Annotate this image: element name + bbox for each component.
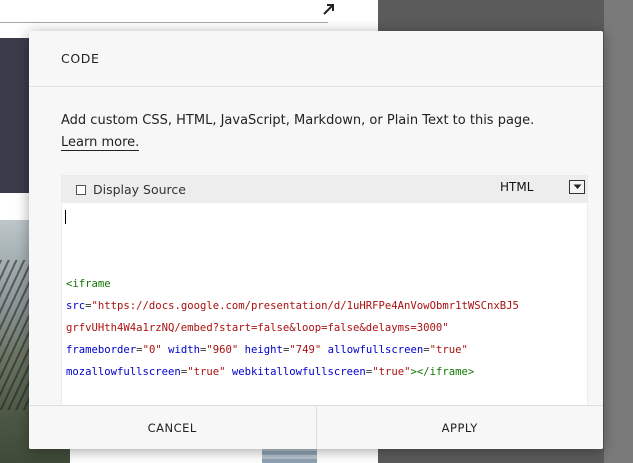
code-token: height	[244, 344, 283, 356]
code-line: <iframe	[66, 273, 587, 295]
dialog-footer: CANCEL APPLY	[29, 405, 603, 449]
dialog-header: CODE	[29, 31, 603, 87]
code-token: frameborder	[66, 344, 137, 356]
code-token: "https://docs.google.com/presentation/d/…	[91, 300, 519, 312]
background-frame-border	[0, 22, 328, 23]
code-token: "true"	[429, 344, 468, 356]
code-token: mozallowfullscreen	[66, 366, 181, 378]
language-select-value: HTML	[500, 180, 534, 194]
background-striped-image	[262, 447, 317, 463]
code-editor[interactable]: Display Source HTML <iframe src="https://…	[61, 175, 588, 407]
code-token: width	[168, 344, 200, 356]
cancel-button[interactable]: CANCEL	[29, 406, 316, 449]
learn-more-link[interactable]: Learn more.	[61, 135, 140, 151]
display-source-label: Display Source	[93, 182, 186, 197]
code-line: grfvUHth4W4a1rzNQ/embed?start=false&loop…	[66, 317, 587, 339]
dialog-description: Add custom CSS, HTML, JavaScript, Markdo…	[29, 87, 603, 154]
apply-button[interactable]: APPLY	[315, 406, 604, 449]
editor-toolbar: Display Source HTML	[62, 176, 587, 203]
code-token: "960"	[206, 344, 239, 356]
display-source-checkbox[interactable]	[76, 184, 86, 195]
background-right-strip	[604, 0, 633, 463]
code-line: mozallowfullscreen="true" webkitallowful…	[66, 361, 587, 383]
code-token: "true"	[187, 366, 226, 378]
code-token: "0"	[142, 344, 162, 356]
display-source-toggle[interactable]: Display Source	[76, 182, 186, 197]
code-text-area[interactable]: <iframe src="https://docs.google.com/pres…	[62, 203, 587, 383]
description-text: Add custom CSS, HTML, JavaScript, Markdo…	[61, 113, 535, 128]
code-dialog: CODE Add custom CSS, HTML, JavaScript, M…	[29, 31, 603, 449]
code-token: "749"	[289, 344, 322, 356]
code-token: webkitallowfullscreen	[231, 366, 366, 378]
code-token: <iframe	[66, 278, 111, 290]
text-cursor	[65, 210, 66, 224]
chevron-down-icon[interactable]	[569, 180, 585, 194]
code-token: grfvUHth4W4a1rzNQ/embed?start=false&loop…	[66, 322, 449, 334]
code-token: "true"	[372, 366, 411, 378]
language-select[interactable]: HTML	[498, 179, 585, 195]
dialog-title: CODE	[61, 51, 100, 66]
code-token: allowfullscreen	[327, 344, 424, 356]
code-token: ></iframe>	[410, 366, 475, 378]
code-token: src	[66, 300, 86, 312]
code-line: src="https://docs.google.com/presentatio…	[66, 295, 587, 317]
code-line: frameborder="0" width="960" height="749"…	[66, 339, 587, 361]
arrow-up-right-icon[interactable]	[322, 2, 340, 20]
